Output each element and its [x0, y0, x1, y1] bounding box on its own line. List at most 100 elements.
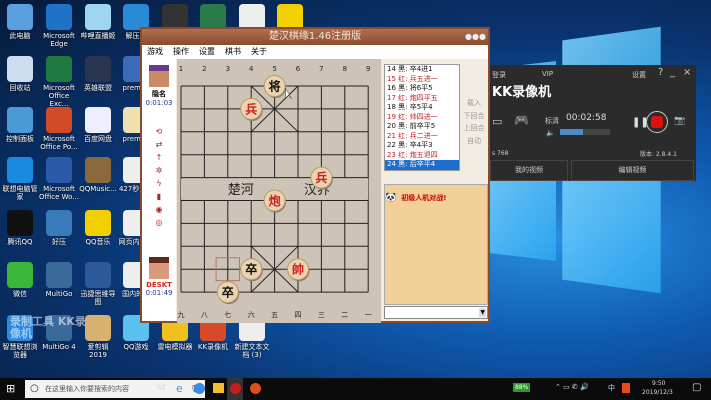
chat-message: 初级人机对战!	[401, 194, 447, 202]
desktop-icon-label: 哔哩直播姬	[80, 32, 116, 40]
move-list-item[interactable]: 15 红: 兵五进一	[385, 75, 459, 85]
resolution-info: s 768	[492, 150, 509, 157]
app-icon	[46, 4, 72, 30]
taskbar-kk-recorder[interactable]	[250, 383, 261, 394]
window-controls[interactable]: ●●●	[465, 32, 486, 41]
desktop-icon[interactable]: 迅捷思维导图	[78, 262, 118, 306]
watermark: 录制工具 KK录像机	[10, 315, 86, 340]
gamepad-icon[interactable]: 🎮	[514, 113, 529, 127]
next-button[interactable]: 下回合	[462, 110, 486, 123]
menu-operate[interactable]: 操作	[173, 47, 189, 56]
close-icon[interactable]: ×	[683, 67, 691, 78]
taskbar-chess-app[interactable]	[227, 378, 243, 400]
prev-button[interactable]: 上回合	[462, 122, 486, 135]
volume-icon[interactable]: 🔈	[546, 129, 555, 137]
move-list[interactable]: 14 黑: 卒4进1 15 红: 兵五进一 16 黑: 将6平5 17 红: 炮四平五…	[384, 64, 460, 171]
edit-video-button[interactable]: 编辑视频	[571, 160, 694, 181]
move-list-item[interactable]: 20 黑: 前卒平5	[385, 122, 459, 132]
notification-icon[interactable]: ▢	[692, 382, 701, 393]
desktop-icon[interactable]: 微信	[0, 262, 40, 298]
desktop-icon[interactable]: Microsoft Office Exc...	[39, 56, 79, 108]
app-icon	[7, 262, 33, 288]
desktop-icon-label: 英雄联盟	[84, 84, 112, 92]
clock-time[interactable]: 9:50	[652, 380, 665, 387]
top-avatar	[149, 65, 169, 87]
app-icon	[46, 210, 72, 236]
window-title: 楚汉棋缘1.46注册版	[142, 29, 488, 45]
tool-icons[interactable]: ⟲ ⇄ ↑ ✲ ϟ ▮ ◉ ◎	[142, 125, 176, 229]
desktop-icon[interactable]: 百度网盘	[78, 107, 118, 143]
move-list-item[interactable]: 22 黑: 卒4平3	[385, 141, 459, 151]
move-list-item[interactable]: 21 红: 兵二进一	[385, 132, 459, 142]
camera-icon[interactable]: 📷	[674, 116, 685, 126]
desktop-icon[interactable]: QQ音乐	[78, 210, 118, 246]
login-link[interactable]: 登录	[492, 70, 506, 80]
desktop-icon[interactable]: QQMusic...	[78, 157, 118, 193]
taskbar-file-explorer[interactable]	[213, 383, 224, 393]
settings-link[interactable]: 设置	[632, 70, 646, 80]
desktop-icon[interactable]: 回收站	[0, 56, 40, 92]
sogou-icon[interactable]	[622, 383, 630, 393]
taskbar-edge[interactable]: e	[176, 382, 183, 395]
panda-icon: 🐼	[385, 193, 397, 203]
menu-about[interactable]: 关于	[251, 47, 267, 56]
menu-book[interactable]: 棋书	[225, 47, 241, 56]
menu-game[interactable]: 游戏	[147, 47, 163, 56]
chat-input[interactable]: ▼	[384, 306, 488, 319]
battery-indicator[interactable]: 88%	[513, 383, 531, 392]
file-number: 五	[271, 311, 278, 319]
desktop-icon[interactable]: 好压	[39, 210, 79, 246]
vip-link[interactable]: VIP	[542, 70, 553, 78]
piece-label: 卒	[245, 262, 257, 277]
desktop-icon-label: QQMusic...	[79, 185, 117, 193]
chat-area: 🐼 初级人机对战!	[384, 184, 488, 305]
tray-icons[interactable]: ⌃ ▭ ✆ 🔊	[555, 383, 589, 391]
help-icon[interactable]: ?	[658, 67, 663, 78]
desktop-icon-label: 爱剪辑 2019	[87, 343, 109, 359]
auto-button[interactable]: 自动	[462, 135, 486, 148]
quality-label[interactable]: 标清	[545, 116, 559, 126]
chevron-down-icon[interactable]: ▼	[479, 308, 486, 317]
volume-slider[interactable]	[560, 129, 610, 135]
clock-date[interactable]: 2019/12/3	[642, 389, 673, 396]
file-number: 二	[341, 311, 348, 319]
minimize-icon[interactable]: _	[670, 67, 675, 78]
desktop-icon-label: 回收站	[9, 84, 31, 92]
player-panel: 隐名 0:01:03 ⟲ ⇄ ↑ ✲ ϟ ▮ ◉ ◎ DESKT 0:01:49	[142, 59, 176, 321]
my-videos-button[interactable]: 我的视频	[490, 160, 568, 181]
desktop-icon[interactable]: 英雄联盟	[78, 56, 118, 92]
move-list-item[interactable]: 23 红: 炮五退四	[385, 151, 459, 161]
desktop-icon[interactable]: Microsoft Office Po...	[39, 107, 79, 151]
desktop-icon[interactable]: Microsoft Edge	[39, 4, 79, 48]
desktop-icon[interactable]: Microsoft Office Wo...	[39, 157, 79, 201]
desktop-icon[interactable]: 控制面板	[0, 107, 40, 143]
river-label: 楚河	[228, 183, 254, 198]
desktop-icon[interactable]: 腾讯QQ	[0, 210, 40, 246]
start-button[interactable]: ⊞	[6, 382, 15, 395]
move-list-item[interactable]: 17 红: 炮四平五	[385, 94, 459, 104]
move-list-item[interactable]: 24 黑: 后卒平4	[385, 160, 459, 170]
screen-icon[interactable]: ▭	[492, 115, 502, 128]
search-placeholder: 在这里输入你要搜索的内容	[45, 385, 129, 393]
move-list-item[interactable]: 19 红: 帅四进一	[385, 113, 459, 123]
move-list-item[interactable]: 16 黑: 将6平5	[385, 84, 459, 94]
desktop-icon[interactable]: MultiGo	[39, 262, 79, 298]
chess-board[interactable]: 楚河 汉界1 2 3 4 5 6 7 8 9九八七六五四三二一将兵兵炮卒 帥卒	[177, 59, 381, 323]
file-number: 9	[366, 65, 370, 73]
file-number: 六	[248, 310, 255, 319]
move-list-item[interactable]: 14 黑: 卒4进1	[385, 65, 459, 75]
desktop-icon[interactable]: 哔哩直播姬	[78, 4, 118, 40]
task-view-icon[interactable]: ⧉	[158, 382, 165, 393]
chess-window: 楚汉棋缘1.46注册版 ●●● 游戏 操作 设置 棋书 关于 隐名 0:01:03 ⟲ ⇄…	[140, 27, 490, 323]
file-number: 7	[319, 65, 323, 73]
desktop-icon[interactable]: 此电脑	[0, 4, 40, 40]
desktop-icon-label: QQ游戏	[123, 343, 149, 351]
menu-settings[interactable]: 设置	[199, 47, 215, 56]
record-button[interactable]	[646, 111, 668, 133]
desktop-icon[interactable]: 联想电脑管家	[0, 157, 40, 201]
ime-indicator[interactable]: 中	[608, 383, 615, 393]
desktop-icon-label: MultiGo 4	[42, 343, 76, 351]
load-button[interactable]: 载入	[462, 97, 486, 110]
move-list-item[interactable]: 18 黑: 卒5平4	[385, 103, 459, 113]
taskbar-app-blue[interactable]	[194, 383, 205, 394]
